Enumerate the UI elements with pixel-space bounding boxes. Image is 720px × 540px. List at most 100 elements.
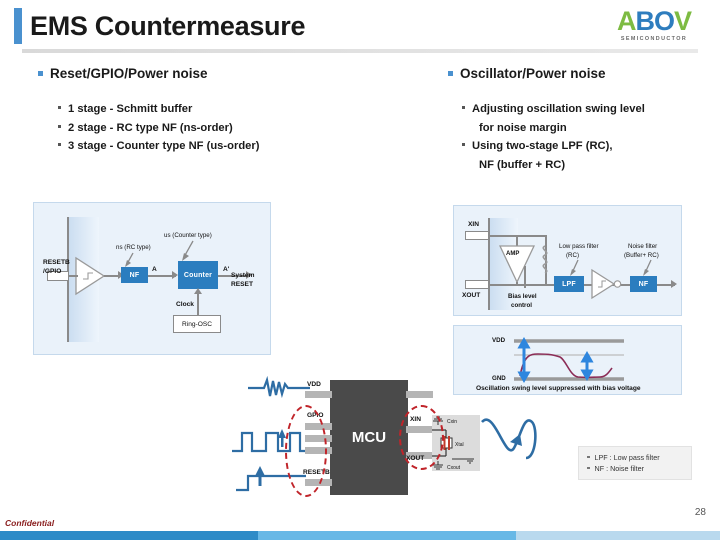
heading-right-label: Oscillator/Power noise [460, 66, 606, 81]
header-divider [22, 49, 698, 53]
resistor-icon [542, 245, 548, 274]
logo-wordmark: ABOV [602, 8, 706, 35]
confidential-mark: Confidential [5, 518, 55, 528]
bullet-dot-icon [462, 106, 465, 109]
xout-label: XOUT [462, 292, 481, 299]
title-accent-bar [14, 8, 22, 44]
cap-xin-label: Cxin [447, 419, 457, 425]
bullet-dot-icon [58, 143, 61, 146]
bullet-dot-icon [587, 455, 590, 458]
vdd-label: VDD [492, 337, 506, 344]
reset-path-diagram: NF Counter Ring-OSC RESETB /GPIO ns (RC … [33, 202, 271, 355]
bullet-dot-icon [58, 124, 61, 128]
list-item-label: for noise margin [479, 121, 567, 134]
callout-arrow-icon [125, 252, 134, 267]
list-item-label: Using two-stage LPF (RC), [472, 140, 613, 152]
logo-letter-a: A [616, 6, 636, 36]
block-lpf: LPF [554, 276, 584, 292]
list-item: Using two-stage LPF (RC), [462, 137, 645, 156]
callout-lpf-1: Low pass filter [559, 243, 599, 250]
legend-row: LPF : Low pass filter [587, 452, 683, 463]
bias-label-2: control [511, 302, 532, 309]
heading-left-label: Reset/GPIO/Power noise [50, 66, 208, 81]
legend-box: LPF : Low pass filter NF : Noise filter [578, 446, 692, 480]
schmitt-inverter-icon [591, 268, 622, 300]
cap-xout-label: Cxout [447, 465, 461, 471]
list-item-label: 2 stage - RC type NF (ns-order) [68, 121, 233, 134]
block-nf: NF [121, 267, 148, 283]
bullet-dot-icon [462, 143, 465, 146]
highlight-ellipse-xtal[interactable] [399, 405, 444, 470]
schmitt-buffer-icon [75, 256, 106, 296]
block-nf: NF [630, 276, 657, 292]
legend-row: NF : Noise filter [587, 463, 683, 474]
callout-arrow-icon [182, 240, 194, 261]
callout-arrow-icon [643, 259, 652, 276]
system-reset-label-2: RESET [231, 281, 253, 288]
legend-label: NF : Noise filter [594, 464, 645, 473]
oscillation-output-waveform [481, 418, 537, 460]
system-reset-label-1: System [231, 272, 255, 279]
bullet-square-icon [38, 71, 43, 76]
callout-nf-1: Noise filter [628, 243, 658, 250]
bullet-square-icon [448, 71, 453, 76]
callout-us-counter-type: us (Counter type) [164, 232, 212, 239]
mcu-pin-vdd [305, 391, 332, 398]
arrow-icon [671, 280, 677, 288]
legend-label: LPF : Low pass filter [594, 453, 660, 462]
list-item-label: 1 stage - Schmitt buffer [68, 103, 193, 115]
list-item-continuation: NF (buffer + RC) [462, 156, 645, 175]
wire-amp-out [516, 282, 518, 286]
signal-a-prime-label: A' [223, 266, 230, 273]
swing-caption: Oscillation swing level suppressed with … [476, 385, 641, 392]
xin-label: XIN [468, 221, 479, 228]
mcu-label-vdd: VDD [307, 381, 321, 388]
gnd-label: GND [492, 375, 506, 382]
logo-subtitle: SEMICONDUCTOR [620, 36, 688, 42]
list-item-continuation: for noise margin [462, 119, 645, 138]
arrow-icon [194, 288, 202, 294]
wire-clock [197, 293, 199, 315]
bullet-dot-icon [587, 466, 590, 469]
block-counter: Counter [178, 261, 218, 289]
xout-pad [465, 280, 489, 289]
bullet-dot-icon [58, 106, 61, 109]
page-number: 28 [694, 507, 706, 518]
mcu-pin-right-top [406, 391, 433, 398]
heading-left: Reset/GPIO/Power noise [38, 66, 208, 81]
list-right: Adjusting oscillation swing level for no… [462, 100, 645, 174]
wire-in [68, 275, 78, 277]
heading-right: Oscillator/Power noise [448, 66, 606, 81]
slide: EMS Countermeasure ABOV SEMICONDUCTOR Re… [0, 0, 720, 540]
list-item: Adjusting oscillation swing level [462, 100, 645, 119]
bias-label-1: Bias level [508, 293, 537, 300]
xin-pad [465, 231, 489, 240]
list-item: 3 stage - Counter type NF (us-order) [58, 137, 259, 156]
logo-letter-v: V [673, 6, 692, 36]
oscillator-diagram: XIN XOUT AMP Bias level control LPF NF L… [453, 205, 682, 316]
list-item-label: Adjusting oscillation swing level [472, 103, 645, 115]
page-title: EMS Countermeasure [30, 11, 306, 41]
list-item-label: 3 stage - Counter type NF (us-order) [68, 140, 260, 152]
list-item: 1 stage - Schmitt buffer [58, 100, 259, 119]
footer-bar-segment-2 [258, 531, 516, 540]
list-item: 2 stage - RC type NF (ns-order) [58, 119, 259, 138]
callout-ns-rc-type: ns (RC type) [116, 244, 151, 251]
signal-a-label: A [152, 266, 157, 273]
reset-input-label-2: /GPIO [43, 268, 62, 275]
callout-arrow-icon [570, 259, 579, 276]
footer-bar-segment-3 [516, 531, 720, 540]
ring-osc-label: Ring-OSC [182, 321, 213, 328]
highlight-ellipse-gpio[interactable] [285, 405, 327, 497]
wire-bias [524, 266, 526, 288]
mcu-chip: MCU [330, 380, 408, 495]
clock-label: Clock [176, 301, 194, 308]
reset-input-label-1: RESETB [43, 259, 70, 266]
logo-letters-bo: BO [635, 6, 674, 36]
amp-label: AMP [506, 251, 520, 257]
swing-diagram: VDD GND Oscillation swing level suppress… [453, 325, 682, 395]
list-item-label: NF (buffer + RC) [479, 158, 566, 171]
abov-logo: ABOV SEMICONDUCTOR [602, 8, 706, 46]
list-left: 1 stage - Schmitt buffer 2 stage - RC ty… [58, 100, 259, 156]
xtal-label: Xtal [455, 442, 464, 448]
